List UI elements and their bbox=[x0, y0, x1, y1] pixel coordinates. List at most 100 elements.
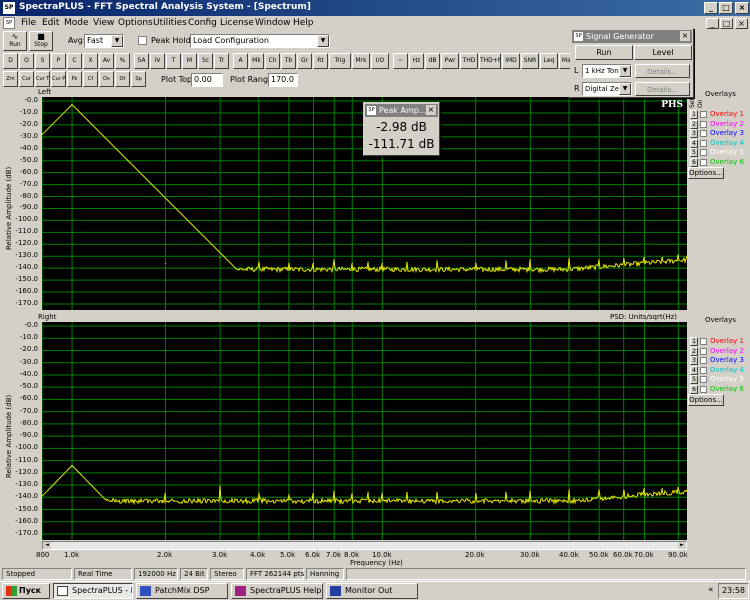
start-button[interactable]: Пуск bbox=[2, 583, 50, 599]
scroll-left-icon[interactable]: ◄ bbox=[43, 542, 51, 549]
view-button-6[interactable]: Ov bbox=[99, 71, 114, 87]
close-icon[interactable]: × bbox=[426, 105, 436, 115]
plot-top-input[interactable]: 0.00 bbox=[191, 73, 223, 87]
overlay-set-button[interactable]: 2 bbox=[690, 346, 698, 356]
maximize-button[interactable]: □ bbox=[719, 2, 733, 14]
overlay-checkbox[interactable] bbox=[700, 366, 707, 374]
sg-left-details-button[interactable]: Details... bbox=[635, 64, 690, 78]
toolbar-button-25[interactable]: dB bbox=[425, 53, 440, 69]
task-spectraplus[interactable]: SpectraPLUS - F... bbox=[53, 583, 133, 599]
overlay-options-button[interactable]: Options... bbox=[688, 167, 724, 179]
overlay-set-button[interactable]: 1 bbox=[690, 110, 698, 119]
mdi-close-button[interactable]: × bbox=[735, 18, 748, 29]
peak-hold-checkbox[interactable] bbox=[138, 36, 147, 45]
toolbar-button-4[interactable]: C bbox=[67, 53, 82, 69]
close-icon[interactable]: × bbox=[680, 31, 690, 41]
toolbar-button-11[interactable]: M bbox=[182, 53, 197, 69]
toolbar-button-14[interactable]: A bbox=[233, 53, 248, 69]
menu-config[interactable]: Config bbox=[188, 18, 217, 28]
view-button-1[interactable]: Cur bbox=[19, 71, 34, 87]
close-button[interactable]: × bbox=[735, 2, 749, 14]
toolbar-button-20[interactable]: Trig bbox=[329, 53, 351, 69]
toolbar-button-19[interactable]: Rt bbox=[313, 53, 328, 69]
view-button-8[interactable]: Sp bbox=[131, 71, 146, 87]
view-button-2[interactable]: Cur Trk bbox=[35, 71, 50, 87]
sg-right-select[interactable]: Digital Zero ▼ bbox=[582, 82, 632, 96]
overlay-set-button[interactable]: 4 bbox=[690, 365, 698, 375]
menu-window[interactable]: Window bbox=[255, 18, 291, 28]
toolbar-button-12[interactable]: Sc bbox=[198, 53, 213, 69]
toolbar-button-7[interactable]: % bbox=[115, 53, 130, 69]
toolbar-button-2[interactable]: S bbox=[35, 53, 50, 69]
menu-file[interactable]: File bbox=[21, 18, 36, 28]
toolbar-button-1[interactable]: O bbox=[19, 53, 34, 69]
toolbar-button-28[interactable]: THD+N bbox=[479, 53, 501, 69]
toolbar-button-18[interactable]: Gr bbox=[297, 53, 312, 69]
toolbar-button-6[interactable]: Av bbox=[99, 53, 114, 69]
overlay-checkbox[interactable] bbox=[700, 130, 707, 137]
toolbar-button-27[interactable]: THD bbox=[460, 53, 478, 69]
bottom-spectrum-plot[interactable] bbox=[42, 322, 687, 540]
view-button-0[interactable]: Zm bbox=[3, 71, 18, 87]
toolbar-button-23[interactable]: ~ bbox=[393, 53, 408, 69]
task-patchmix[interactable]: PatchMix DSP bbox=[136, 583, 228, 599]
view-button-4[interactable]: Pk bbox=[67, 71, 82, 87]
view-button-3[interactable]: Cur Peak bbox=[51, 71, 66, 87]
view-button-7[interactable]: Ot bbox=[115, 71, 130, 87]
toolbar-button-17[interactable]: Tb bbox=[281, 53, 296, 69]
menu-edit[interactable]: Edit bbox=[42, 18, 59, 28]
scroll-right-icon[interactable]: ► bbox=[678, 542, 686, 549]
run-button[interactable]: ∿ Run bbox=[3, 31, 27, 51]
overlay-set-button[interactable]: 3 bbox=[690, 356, 698, 365]
overlay-checkbox[interactable] bbox=[700, 158, 707, 166]
view-button-5[interactable]: Cf bbox=[83, 71, 98, 87]
signal-generator-titlebar[interactable]: SP Signal Generator × bbox=[572, 30, 692, 43]
toolbar-button-24[interactable]: Hz bbox=[409, 53, 424, 69]
overlay-set-button[interactable]: 6 bbox=[690, 157, 698, 167]
menu-view[interactable]: View bbox=[93, 18, 114, 28]
plot-range-input[interactable]: 170.0 bbox=[268, 73, 298, 87]
overlay-checkbox[interactable] bbox=[700, 139, 707, 147]
toolbar-button-31[interactable]: Leq bbox=[540, 53, 558, 69]
toolbar-button-3[interactable]: P bbox=[51, 53, 66, 69]
overlay-checkbox[interactable] bbox=[700, 149, 707, 156]
config-select[interactable]: Load Configuration ▼ bbox=[190, 34, 330, 48]
toolbar-button-9[interactable]: IV bbox=[150, 53, 165, 69]
horizontal-scrollbar[interactable]: ◄ ► bbox=[42, 541, 687, 550]
peak-amp-titlebar[interactable]: SP Peak Amp... × bbox=[365, 104, 438, 117]
sg-run-button[interactable]: Run bbox=[575, 45, 633, 60]
toolbar-button-22[interactable]: I/O bbox=[371, 53, 389, 69]
stop-button[interactable]: ■ Stop bbox=[29, 31, 53, 51]
overlay-set-button[interactable]: 2 bbox=[690, 119, 698, 129]
toolbar-button-10[interactable]: T bbox=[166, 53, 181, 69]
task-monitor-out[interactable]: Monitor Out bbox=[326, 583, 418, 599]
mdi-restore-button[interactable]: □ bbox=[720, 18, 733, 29]
overlay-options-button[interactable]: Options... bbox=[688, 394, 724, 406]
task-spectraplus-help[interactable]: SpectraPLUS Help bbox=[231, 583, 323, 599]
toolbar-button-30[interactable]: SNR bbox=[521, 53, 539, 69]
overlay-set-button[interactable]: 5 bbox=[690, 375, 698, 384]
overlay-set-button[interactable]: 3 bbox=[690, 129, 698, 138]
toolbar-button-0[interactable]: D bbox=[3, 53, 18, 69]
minimize-button[interactable]: _ bbox=[704, 2, 718, 14]
toolbar-button-29[interactable]: IMD bbox=[502, 53, 520, 69]
overlay-checkbox[interactable] bbox=[700, 111, 707, 118]
overlay-checkbox[interactable] bbox=[700, 347, 707, 355]
toolbar-button-15[interactable]: Mk bbox=[249, 53, 264, 69]
sg-level-button[interactable]: Level bbox=[634, 45, 692, 60]
toolbar-button-21[interactable]: Mrk bbox=[352, 53, 370, 69]
overlay-set-button[interactable]: 1 bbox=[690, 337, 698, 346]
toolbar-button-13[interactable]: Tr bbox=[214, 53, 229, 69]
overlay-set-button[interactable]: 5 bbox=[690, 148, 698, 157]
avg-select[interactable]: Fast ▼ bbox=[84, 34, 124, 48]
overlay-checkbox[interactable] bbox=[700, 120, 707, 128]
menu-help[interactable]: Help bbox=[293, 18, 314, 28]
menu-license[interactable]: License bbox=[220, 18, 254, 28]
overlay-set-button[interactable]: 4 bbox=[690, 138, 698, 148]
overlay-checkbox[interactable] bbox=[700, 338, 707, 345]
menu-utilities[interactable]: Utilities bbox=[153, 18, 187, 28]
tray-expand-icon[interactable]: « bbox=[708, 585, 714, 595]
menu-options[interactable]: Options bbox=[118, 18, 153, 28]
sg-right-details-button[interactable]: Details... bbox=[635, 82, 690, 96]
overlay-checkbox[interactable] bbox=[700, 376, 707, 383]
